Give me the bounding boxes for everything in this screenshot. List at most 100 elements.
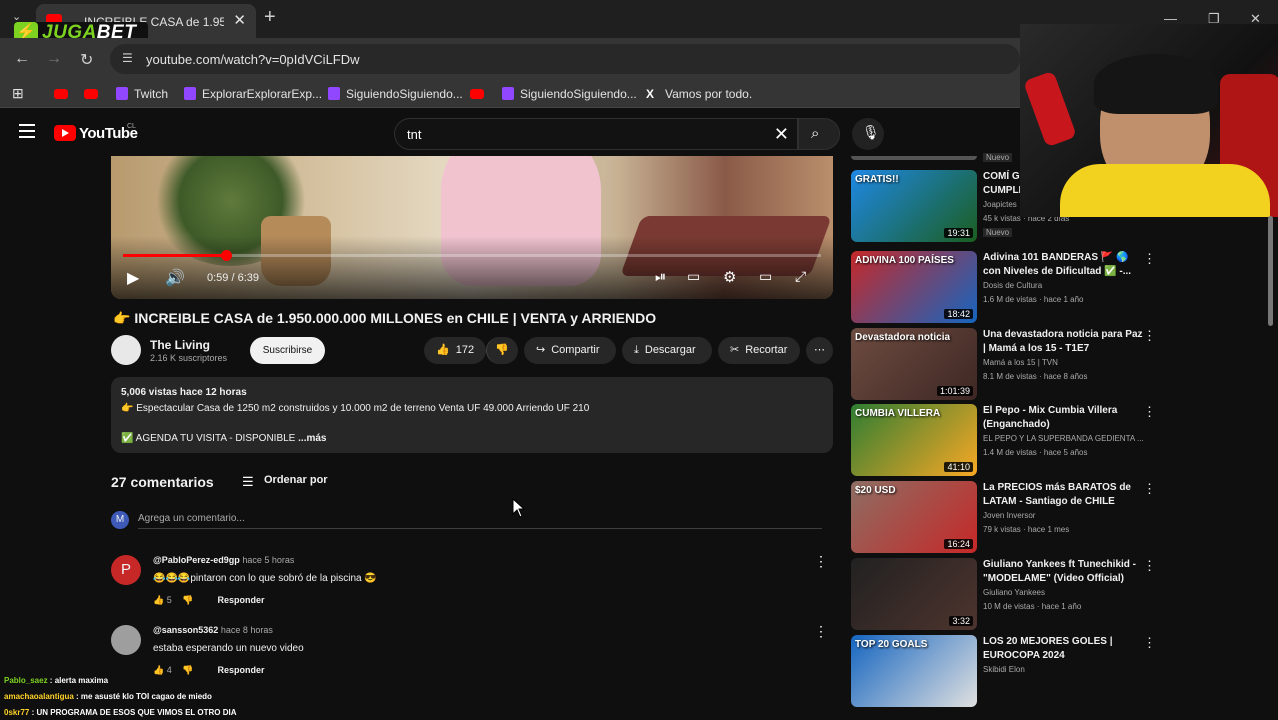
share-button[interactable]: ↪ Compartir bbox=[524, 337, 616, 364]
like-button[interactable]: 👍 172 bbox=[424, 337, 486, 364]
dislike-button[interactable]: 👎 bbox=[486, 337, 518, 364]
forward-icon[interactable]: → bbox=[46, 50, 62, 68]
more-actions-button[interactable]: ⋯ bbox=[806, 337, 833, 364]
search-input[interactable]: tnt ✕ bbox=[394, 118, 798, 150]
video-thumbnail[interactable]: 3:32 bbox=[851, 558, 977, 630]
recommended-video[interactable]: TOP 20 GOALS LOS 20 MEJORES GOLES | EUROC… bbox=[851, 635, 1156, 707]
add-comment-input[interactable]: Agrega un comentario... bbox=[138, 513, 245, 524]
reply-button[interactable]: Responder bbox=[217, 595, 264, 605]
video-menu-icon[interactable]: ⋮ bbox=[1143, 558, 1156, 574]
volume-icon[interactable]: 🔊 bbox=[165, 268, 185, 288]
channel-name[interactable]: Mamá a los 15 | TVN bbox=[983, 358, 1058, 367]
back-icon[interactable]: ← bbox=[14, 50, 30, 68]
video-meta: 79 k vistas · hace 1 mes bbox=[983, 525, 1070, 534]
comment-like-icon[interactable]: 👍 bbox=[153, 665, 164, 675]
voice-search-button[interactable]: 🎙 bbox=[852, 118, 884, 150]
clip-button[interactable]: ✂ Recortar bbox=[718, 337, 800, 364]
clear-search-icon[interactable]: ✕ bbox=[774, 124, 789, 145]
url-field[interactable]: ☰ youtube.com/watch?v=0pIdVCiLFDw bbox=[110, 44, 1020, 74]
video-title[interactable]: LOS 20 MEJORES GOLES | EUROCOPA 2024 bbox=[983, 635, 1148, 663]
channel-avatar[interactable] bbox=[111, 335, 141, 365]
comment-actions: 👍 5 👎 Responder bbox=[153, 595, 265, 606]
video-player[interactable]: ▶ 🔊 0:59 / 6:39 ⏯ ▭ ⚙ ▭ ⤢ bbox=[111, 156, 833, 299]
video-thumbnail[interactable]: CUMBIA VILLERA 41:10 bbox=[851, 404, 977, 476]
video-thumbnail[interactable]: ADIVINA 100 PAÍSES 18:42 bbox=[851, 251, 977, 323]
captions-icon[interactable]: ▭ bbox=[687, 268, 700, 285]
bookmark-twitch[interactable]: Twitch bbox=[116, 87, 168, 101]
video-title[interactable]: Adivina 101 BANDERAS 🚩 🌎 con Niveles de … bbox=[983, 251, 1148, 279]
channel-name[interactable]: Dosis de Cultura bbox=[983, 281, 1042, 290]
settings-gear-icon[interactable]: ⚙ bbox=[723, 268, 736, 286]
video-thumbnail[interactable]: Devastadora noticia 1:01:39 bbox=[851, 328, 977, 400]
thumbnail-text: $20 USD bbox=[855, 485, 896, 496]
subscribe-button[interactable]: Suscribirse bbox=[250, 337, 325, 364]
recommended-video[interactable]: Devastadora noticia 1:01:39 Una devastador… bbox=[851, 328, 1156, 400]
bookmark-explorar[interactable]: ExplorarExplorarExp... bbox=[184, 87, 322, 101]
video-menu-icon[interactable]: ⋮ bbox=[1143, 481, 1156, 497]
description-box[interactable]: 5,006 vistas hace 12 horas 👉 Espectacula… bbox=[111, 377, 833, 453]
comment-menu-icon[interactable]: ⋮ bbox=[814, 553, 828, 570]
theater-mode-icon[interactable]: ▭ bbox=[759, 268, 772, 285]
progress-knob[interactable] bbox=[221, 250, 232, 261]
video-thumbnail[interactable]: GRATIS!! 19:31 bbox=[851, 170, 977, 242]
bookmark-youtube-3[interactable] bbox=[470, 87, 484, 101]
webcam-overlay bbox=[1020, 24, 1278, 217]
cam-shirt bbox=[1060, 164, 1270, 217]
video-thumbnail[interactable]: $20 USD 16:24 bbox=[851, 481, 977, 553]
comment-avatar[interactable] bbox=[111, 625, 141, 655]
youtube-logo-icon[interactable] bbox=[54, 125, 76, 141]
apps-grid-icon[interactable]: ⊞ bbox=[12, 85, 24, 102]
comment-user[interactable]: @sansson5362 bbox=[153, 625, 218, 635]
comment-avatar[interactable]: P bbox=[111, 555, 141, 585]
channel-name[interactable]: Joapictes bbox=[983, 200, 1017, 209]
video-title[interactable]: Una devastadora noticia para Paz | Mamá … bbox=[983, 328, 1148, 356]
mic-icon: 🎙 bbox=[862, 124, 880, 140]
channel-name[interactable]: The Living bbox=[150, 338, 210, 352]
channel-name[interactable]: Giuliano Yankees bbox=[983, 588, 1045, 597]
recommended-video[interactable]: 3:32 Giuliano Yankees ft Tunechikid - "MO… bbox=[851, 558, 1156, 630]
play-icon[interactable]: ▶ bbox=[127, 268, 139, 288]
channel-name[interactable]: EL PEPO Y LA SUPERBANDA GEDIENTA ... bbox=[983, 434, 1144, 443]
recommended-video[interactable]: $20 USD 16:24 La PRECIOS más BARATOS de LA… bbox=[851, 481, 1156, 553]
comment-user[interactable]: @PabloPerez-ed9gp bbox=[153, 555, 240, 565]
autoplay-toggle-icon[interactable]: ⏯ bbox=[655, 268, 666, 285]
channel-name[interactable]: Skibidi Elon bbox=[983, 665, 1025, 674]
region-code: CL bbox=[127, 123, 136, 130]
video-menu-icon[interactable]: ⋮ bbox=[1143, 251, 1156, 267]
video-title[interactable]: La PRECIOS más BARATOS de LATAM - Santia… bbox=[983, 481, 1148, 509]
video-menu-icon[interactable]: ⋮ bbox=[1143, 328, 1156, 344]
video-title[interactable]: El Pepo - Mix Cumbia Villera (Enganchado… bbox=[983, 404, 1148, 432]
reload-icon[interactable]: ↻ bbox=[80, 50, 93, 70]
bookmark-siguiendo-2[interactable]: SiguiendoSiguiendo... bbox=[502, 87, 637, 101]
comment-dislike-icon[interactable]: 👎 bbox=[182, 665, 193, 675]
download-button[interactable]: ⤓ Descargar bbox=[622, 337, 712, 364]
recommended-video[interactable]: CUMBIA VILLERA 41:10 El Pepo - Mix Cumbia … bbox=[851, 404, 1156, 476]
comment-like-icon[interactable]: 👍 bbox=[153, 595, 164, 605]
show-more-link[interactable]: ...más bbox=[298, 433, 326, 444]
comment-dislike-icon[interactable]: 👎 bbox=[182, 595, 193, 605]
site-info-icon[interactable]: ☰ bbox=[122, 51, 133, 65]
chat-text: : me asusté klo TOI cagao de miedo bbox=[73, 692, 212, 701]
scrollbar-thumb[interactable] bbox=[1268, 216, 1273, 326]
video-menu-icon[interactable]: ⋮ bbox=[1143, 404, 1156, 420]
video-menu-icon[interactable]: ⋮ bbox=[1143, 635, 1156, 651]
new-tab-icon[interactable]: + bbox=[264, 6, 276, 29]
video-thumbnail[interactable]: TOP 20 GOALS bbox=[851, 635, 977, 707]
bookmark-x[interactable]: X Vamos por todo. bbox=[646, 87, 752, 101]
recommended-video[interactable]: ADIVINA 100 PAÍSES 18:42 Adivina 101 BANDE… bbox=[851, 251, 1156, 323]
thumbnail-text: ADIVINA 100 PAÍSES bbox=[855, 255, 954, 266]
tab-close-icon[interactable]: ✕ bbox=[233, 11, 246, 29]
channel-name[interactable]: Joven Inversor bbox=[983, 511, 1035, 520]
bookmark-youtube-1[interactable] bbox=[54, 87, 68, 101]
menu-icon[interactable] bbox=[19, 124, 35, 138]
sort-icon[interactable]: ☰ bbox=[242, 474, 254, 490]
fullscreen-icon[interactable]: ⤢ bbox=[795, 268, 806, 285]
reply-button[interactable]: Responder bbox=[217, 665, 264, 675]
search-button[interactable]: ⌕ bbox=[798, 118, 840, 150]
bookmark-youtube-2[interactable] bbox=[84, 87, 98, 101]
video-title[interactable]: Giuliano Yankees ft Tunechikid - "MODELA… bbox=[983, 558, 1148, 586]
thumbs-down-icon: 👎 bbox=[495, 344, 509, 356]
comment-menu-icon[interactable]: ⋮ bbox=[814, 623, 828, 640]
sort-button[interactable]: Ordenar por bbox=[264, 474, 328, 486]
bookmark-siguiendo-1[interactable]: SiguiendoSiguiendo... bbox=[328, 87, 463, 101]
